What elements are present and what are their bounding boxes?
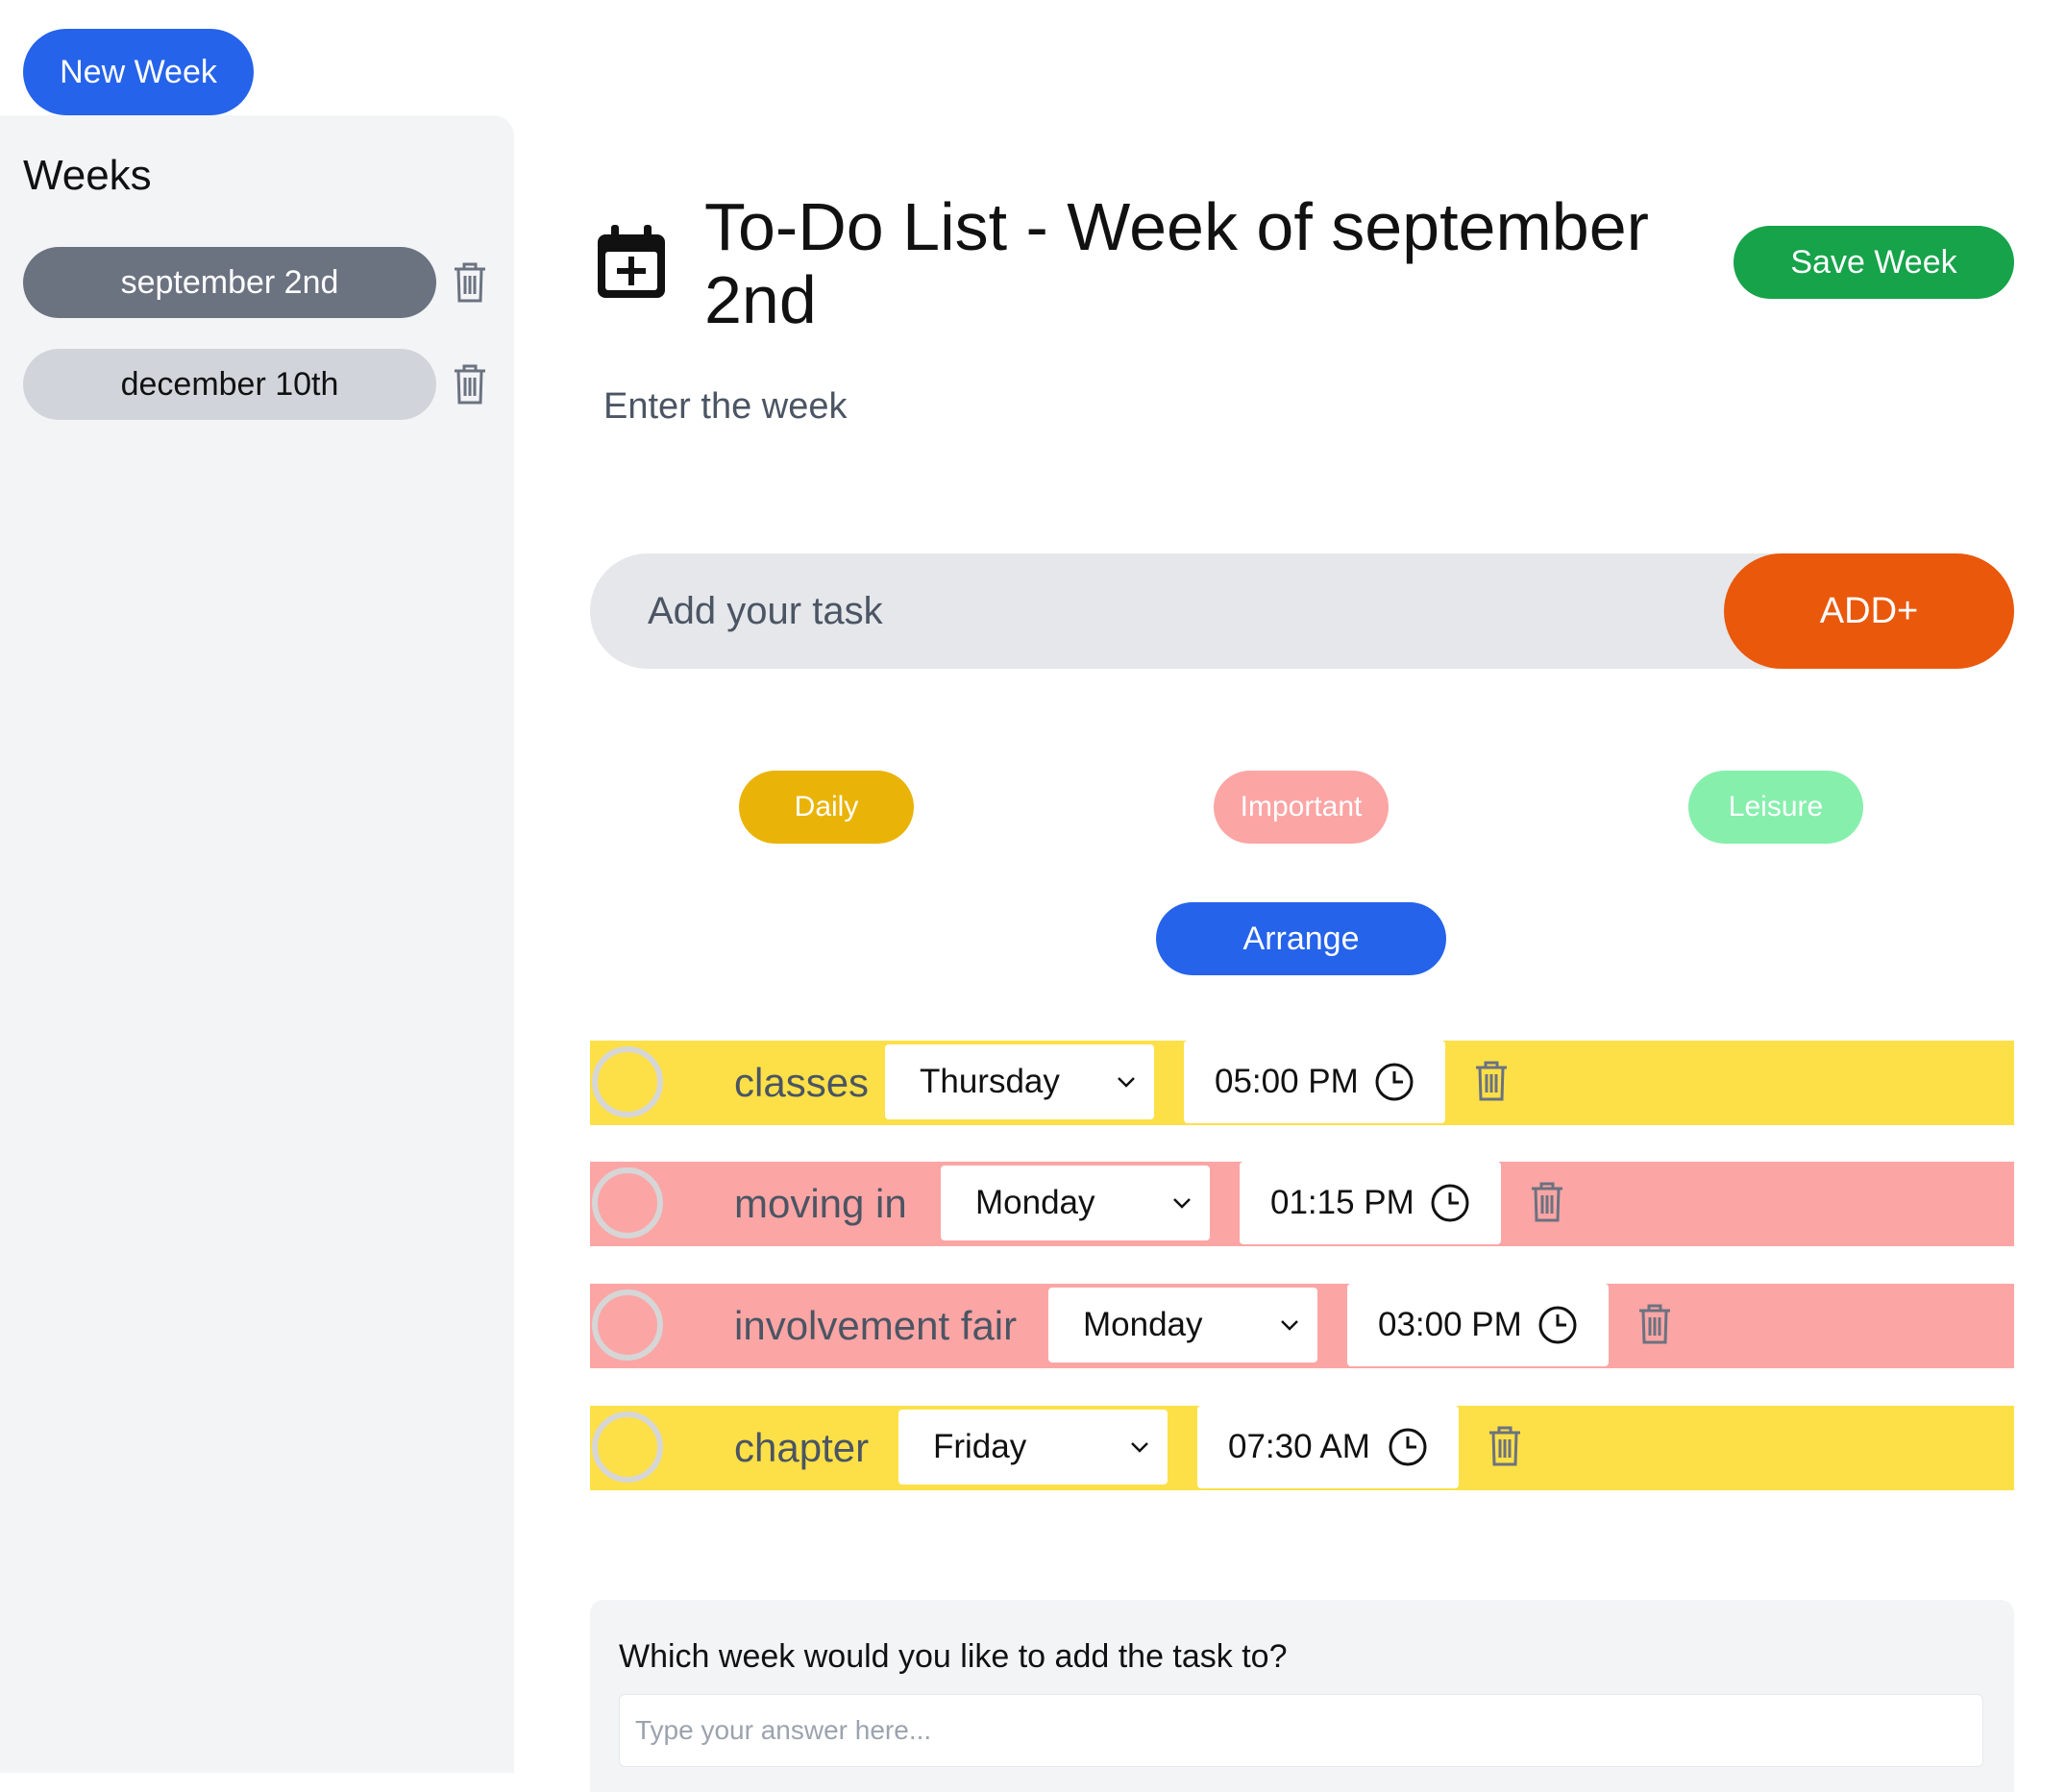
arrange-button[interactable]: Arrange <box>1156 902 1446 975</box>
answer-input[interactable] <box>619 1694 1983 1767</box>
time-input[interactable]: 07:30 AM <box>1197 1406 1459 1488</box>
delete-task-trash-icon[interactable] <box>1486 1425 1524 1467</box>
task-row: classes Thursday 05:00 PM <box>590 1041 2014 1125</box>
delete-week-trash-icon[interactable] <box>451 261 489 304</box>
task-row: involvement fair Monday 03:00 PM <box>590 1284 2014 1368</box>
time-input[interactable]: 01:15 PM <box>1240 1162 1501 1244</box>
delete-task-trash-icon[interactable] <box>1528 1181 1566 1223</box>
day-select-value: Thursday <box>920 1063 1060 1100</box>
chevron-down-icon <box>1131 1442 1148 1453</box>
week-subtitle: Enter the week <box>603 386 848 427</box>
task-row: moving in Monday 01:15 PM <box>590 1162 2014 1246</box>
clock-icon[interactable] <box>1430 1183 1470 1223</box>
task-input[interactable] <box>648 553 1705 669</box>
week-item-december-10th[interactable]: december 10th <box>23 349 436 420</box>
filter-important-button[interactable]: Important <box>1214 771 1389 844</box>
clock-icon[interactable] <box>1374 1062 1414 1102</box>
task-name: involvement fair <box>734 1303 1018 1348</box>
complete-task-checkbox[interactable] <box>592 1289 663 1361</box>
delete-task-trash-icon[interactable] <box>1472 1060 1511 1102</box>
day-select-value: Monday <box>975 1184 1095 1221</box>
weeks-heading: Weeks <box>23 152 152 199</box>
task-name: chapter <box>734 1425 870 1470</box>
filter-leisure-button[interactable]: Leisure <box>1688 771 1863 844</box>
chevron-down-icon <box>1281 1320 1298 1331</box>
time-input[interactable]: 03:00 PM <box>1347 1284 1609 1366</box>
day-select-value: Monday <box>1083 1306 1203 1343</box>
task-name: classes <box>734 1060 870 1105</box>
complete-task-checkbox[interactable] <box>592 1412 663 1483</box>
save-week-button[interactable]: Save Week <box>1734 226 2014 299</box>
task-name: moving in <box>734 1181 907 1226</box>
time-input-value: 05:00 PM <box>1215 1063 1359 1100</box>
day-select[interactable]: Thursday <box>885 1044 1154 1119</box>
time-input-value: 07:30 AM <box>1228 1428 1370 1465</box>
calendar-plus-icon <box>594 223 669 302</box>
question-panel: Which week would you like to add the tas… <box>590 1600 2014 1792</box>
time-input-value: 01:15 PM <box>1270 1184 1414 1221</box>
complete-task-checkbox[interactable] <box>592 1167 663 1239</box>
add-task-button[interactable]: ADD+ <box>1724 553 2014 669</box>
page-title: To-Do List - Week of september 2nd <box>704 189 1649 337</box>
task-row: chapter Friday 07:30 AM <box>590 1406 2014 1490</box>
delete-task-trash-icon[interactable] <box>1636 1303 1674 1345</box>
week-item-september-2nd[interactable]: september 2nd <box>23 247 436 318</box>
time-input-value: 03:00 PM <box>1378 1306 1522 1343</box>
filter-daily-button[interactable]: Daily <box>739 771 914 844</box>
question-label: Which week would you like to add the tas… <box>619 1638 1288 1675</box>
clock-icon[interactable] <box>1388 1427 1428 1467</box>
new-week-button[interactable]: New Week <box>23 29 254 115</box>
day-select-value: Friday <box>933 1428 1027 1465</box>
clock-icon[interactable] <box>1537 1305 1578 1345</box>
complete-task-checkbox[interactable] <box>592 1046 663 1117</box>
add-task-bar: ADD+ <box>590 553 2014 669</box>
day-select[interactable]: Monday <box>941 1166 1210 1240</box>
time-input[interactable]: 05:00 PM <box>1184 1041 1445 1123</box>
delete-week-trash-icon[interactable] <box>451 363 489 405</box>
chevron-down-icon <box>1173 1198 1191 1209</box>
chevron-down-icon <box>1118 1077 1135 1088</box>
day-select[interactable]: Friday <box>898 1410 1168 1485</box>
day-select[interactable]: Monday <box>1048 1288 1317 1362</box>
